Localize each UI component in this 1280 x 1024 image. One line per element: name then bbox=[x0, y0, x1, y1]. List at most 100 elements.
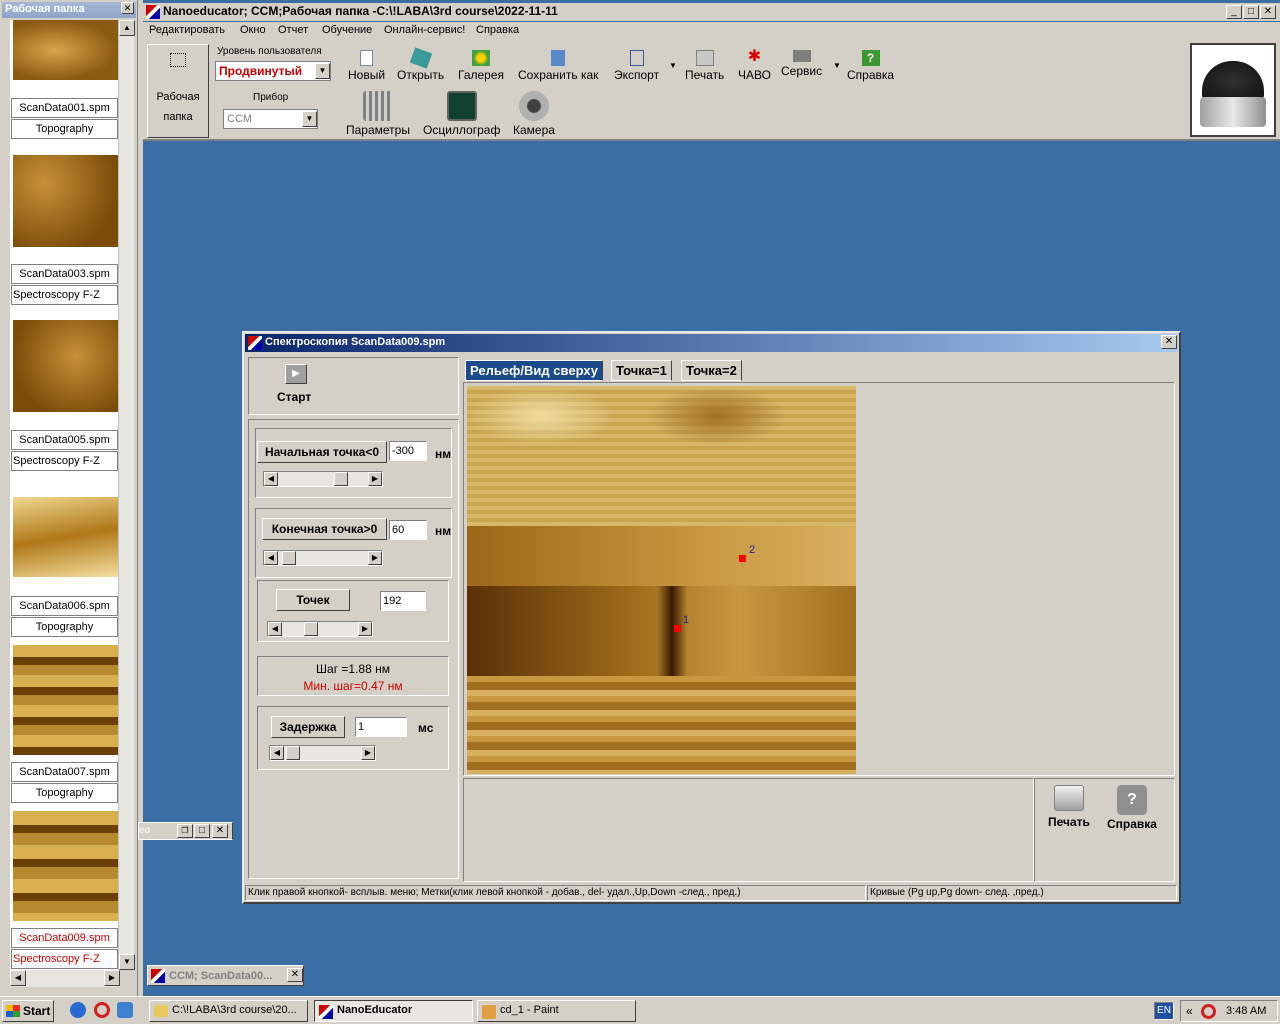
help-button[interactable]: ? Справка bbox=[847, 50, 894, 82]
tab-relief-top-view[interactable]: Рельеф/Вид сверху bbox=[465, 360, 603, 381]
chevron-down-icon[interactable]: ▼ bbox=[669, 61, 677, 70]
print-button[interactable]: Печать bbox=[685, 50, 724, 82]
marker-2[interactable] bbox=[739, 555, 746, 562]
slider-thumb[interactable] bbox=[282, 551, 296, 565]
task-explorer[interactable]: C:\!LABA\3rd course\20... bbox=[149, 1000, 308, 1022]
slider-left-icon[interactable]: ◀ bbox=[264, 472, 278, 486]
start-point-button[interactable]: Начальная точка<0 bbox=[257, 441, 387, 463]
list-item-name[interactable]: ScanData001.spm bbox=[11, 98, 118, 118]
vertical-scrollbar[interactable]: ▲ ▼ bbox=[118, 20, 135, 970]
menu-edit[interactable]: Редактировать bbox=[149, 24, 225, 36]
maximize-icon[interactable]: □ bbox=[194, 824, 210, 838]
maximize-icon[interactable]: □ bbox=[1243, 5, 1259, 19]
slider-left-icon[interactable]: ◀ bbox=[270, 746, 284, 760]
start-point-slider[interactable]: ◀ ▶ bbox=[263, 471, 383, 487]
horizontal-scrollbar[interactable]: ◀ ▶ bbox=[10, 970, 120, 987]
delay-slider[interactable]: ◀ ▶ bbox=[269, 745, 376, 761]
list-item-name-selected[interactable]: ScanData009.spm bbox=[11, 928, 118, 948]
topography-image[interactable]: 2 1 bbox=[467, 386, 856, 774]
end-point-input[interactable] bbox=[389, 520, 427, 540]
task-nanoeducator[interactable]: NanoEducator bbox=[314, 1000, 473, 1022]
list-item-name[interactable]: ScanData005.spm bbox=[11, 430, 118, 450]
gallery-button[interactable]: Галерея bbox=[458, 50, 504, 82]
scroll-down-icon[interactable]: ▼ bbox=[119, 954, 135, 970]
scroll-left-icon[interactable]: ◀ bbox=[10, 970, 26, 986]
slider-right-icon[interactable]: ▶ bbox=[361, 746, 375, 760]
chevron-down-icon[interactable]: ▼ bbox=[833, 61, 841, 70]
slider-left-icon[interactable]: ◀ bbox=[268, 622, 282, 636]
close-icon[interactable]: ✕ bbox=[1161, 335, 1177, 349]
scroll-up-icon[interactable]: ▲ bbox=[119, 20, 135, 36]
close-icon[interactable]: ✕ bbox=[121, 2, 134, 14]
print-button[interactable]: Печать bbox=[1048, 785, 1090, 829]
start-point-input[interactable] bbox=[389, 441, 427, 461]
slider-thumb[interactable] bbox=[334, 472, 348, 486]
slider-thumb[interactable] bbox=[286, 746, 300, 760]
scroll-right-icon[interactable]: ▶ bbox=[104, 970, 120, 986]
slider-thumb[interactable] bbox=[304, 622, 318, 636]
start-label[interactable]: Старт bbox=[277, 390, 311, 404]
scan-thumbnail[interactable] bbox=[13, 645, 118, 755]
minimized-window[interactable]: CCM; ScanData00... ✕ bbox=[147, 965, 304, 986]
oscilloscope-button[interactable]: Осциллограф bbox=[423, 91, 500, 137]
help-button[interactable]: ? Справка bbox=[1107, 785, 1157, 831]
save-as-button[interactable]: Сохранить как bbox=[518, 50, 598, 82]
slider-right-icon[interactable]: ▶ bbox=[368, 472, 382, 486]
list-item-name[interactable]: ScanData003.spm bbox=[11, 264, 118, 284]
camera-button[interactable]: Камера bbox=[513, 91, 555, 137]
points-slider[interactable]: ◀ ▶ bbox=[267, 621, 373, 637]
marker-1[interactable] bbox=[674, 625, 681, 632]
menu-report[interactable]: Отчет bbox=[278, 24, 308, 36]
scan-thumbnail[interactable] bbox=[13, 320, 118, 412]
start-button[interactable]: Start bbox=[2, 1000, 54, 1022]
chevron-down-icon[interactable]: ▼ bbox=[315, 63, 330, 79]
opera-icon[interactable] bbox=[94, 1002, 110, 1018]
chevron-down-icon[interactable]: ▼ bbox=[302, 111, 317, 127]
slider-left-icon[interactable]: ◀ bbox=[264, 551, 278, 565]
parameters-button[interactable]: Параметры bbox=[346, 91, 410, 137]
opera-icon[interactable] bbox=[1201, 1004, 1216, 1019]
open-button[interactable]: Открыть bbox=[397, 47, 444, 82]
delay-input[interactable] bbox=[355, 717, 407, 737]
close-icon[interactable]: ✕ bbox=[212, 824, 228, 838]
faq-button[interactable]: ✱ ЧАВО bbox=[738, 49, 771, 83]
points-input[interactable] bbox=[380, 591, 426, 611]
service-button[interactable]: Сервис bbox=[781, 50, 822, 78]
menu-help[interactable]: Справка bbox=[476, 24, 519, 36]
user-level-select[interactable]: Продвинутый ▼ bbox=[215, 61, 331, 81]
scan-thumbnail[interactable] bbox=[13, 811, 118, 921]
slider-right-icon[interactable]: ▶ bbox=[368, 551, 382, 565]
thumbnail-list[interactable]: ScanData001.spm Topography ScanData003.s… bbox=[10, 20, 120, 970]
device-select[interactable]: CCM ▼ bbox=[223, 109, 318, 129]
close-icon[interactable]: ✕ bbox=[1260, 5, 1276, 19]
minimize-icon[interactable]: _ bbox=[1226, 5, 1242, 19]
menu-window[interactable]: Окно bbox=[240, 24, 266, 36]
menu-training[interactable]: Обучение bbox=[322, 24, 372, 36]
floating-window-bar[interactable]: eo ❐ □ ✕ bbox=[138, 822, 233, 840]
delay-button[interactable]: Задержка bbox=[271, 716, 345, 738]
export-button[interactable]: Экспорт bbox=[614, 50, 659, 82]
ie-icon[interactable] bbox=[70, 1002, 86, 1018]
close-icon[interactable]: ✕ bbox=[287, 968, 303, 982]
workfolder-button[interactable]: Рабочая папка bbox=[147, 44, 209, 138]
menu-online-service[interactable]: Онлайн-сервис! bbox=[384, 24, 465, 36]
browser-icon[interactable] bbox=[117, 1002, 133, 1018]
task-paint[interactable]: cd_1 - Paint bbox=[477, 1000, 636, 1022]
end-point-slider[interactable]: ◀ ▶ bbox=[263, 550, 383, 566]
list-item-type: Topography bbox=[11, 783, 118, 803]
language-indicator[interactable]: EN bbox=[1154, 1002, 1174, 1020]
list-item-name[interactable]: ScanData006.spm bbox=[11, 596, 118, 616]
list-item-name[interactable]: ScanData007.spm bbox=[11, 762, 118, 782]
points-button[interactable]: Точек bbox=[276, 589, 350, 611]
tab-point-2[interactable]: Точка=2 bbox=[681, 360, 742, 381]
end-point-button[interactable]: Конечная точка>0 bbox=[262, 518, 387, 540]
slider-right-icon[interactable]: ▶ bbox=[358, 622, 372, 636]
new-button[interactable]: Новый bbox=[348, 50, 385, 82]
scan-thumbnail[interactable] bbox=[13, 20, 118, 80]
play-icon[interactable]: ▶ bbox=[285, 364, 307, 384]
tab-point-1[interactable]: Точка=1 bbox=[611, 360, 672, 381]
restore-icon[interactable]: ❐ bbox=[177, 824, 193, 838]
chevron-left-icon[interactable]: « bbox=[1186, 1004, 1193, 1018]
scan-thumbnail[interactable] bbox=[13, 497, 118, 577]
scan-thumbnail[interactable] bbox=[13, 155, 118, 247]
